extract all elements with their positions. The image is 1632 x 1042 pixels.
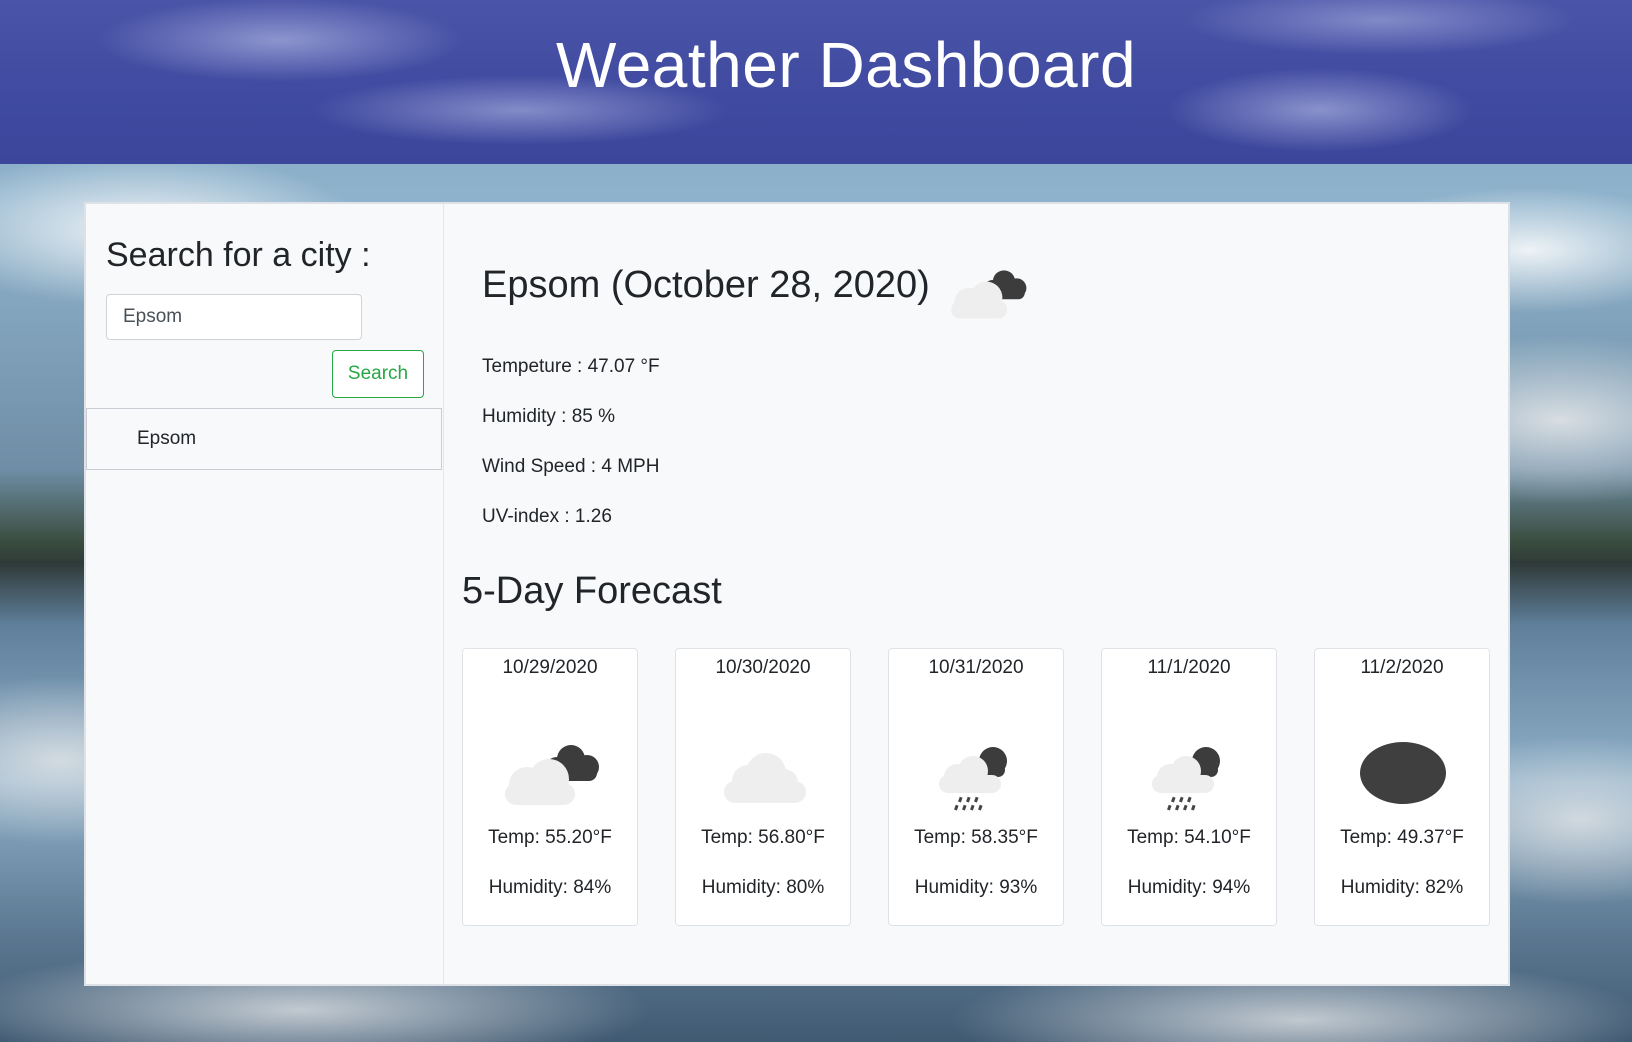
forecast-temp: Temp: 56.80°F — [701, 827, 825, 848]
forecast-date: 11/1/2020 — [1147, 657, 1231, 678]
forecast-temp: Temp: 54.10°F — [1127, 827, 1251, 848]
forecast-temp: Temp: 55.20°F — [488, 827, 612, 848]
rain-icon — [939, 747, 1007, 811]
search-button[interactable]: Search — [332, 350, 424, 398]
dashboard-panel: Search for a city : Search Epsom Epsom (… — [84, 202, 1510, 986]
forecast-card: 10/29/2020 Temp: 55.20°F Humidity: 84% — [462, 648, 638, 926]
search-history-list: Epsom — [86, 408, 442, 470]
forecast-temp: Temp: 58.35°F — [914, 827, 1038, 848]
forecast-card: 11/2/2020 Temp: 49.37°F Humidity: 82% — [1314, 648, 1490, 926]
forecast-card: 11/1/2020 Temp: 54.10°F Humidity: 94% — [1101, 648, 1277, 926]
forecast-card: 10/31/2020 Temp: 58.35°F Humidity: 93% — [888, 648, 1064, 926]
forecast-humidity: Humidity: 82% — [1340, 877, 1464, 898]
dark-cloud-icon — [1360, 742, 1446, 804]
forecast-humidity: Humidity: 94% — [1127, 877, 1251, 898]
current-humidity: Humidity : 85 % — [482, 406, 616, 427]
forecast-temp: Temp: 49.37°F — [1340, 827, 1464, 848]
page-title: Weather Dashboard — [555, 29, 1137, 101]
current-uv-index: UV-index : 1.26 — [482, 506, 612, 527]
forecast-humidity: Humidity: 93% — [914, 877, 1038, 898]
forecast-date: 10/31/2020 — [928, 657, 1024, 678]
broken-clouds-icon — [951, 270, 1027, 319]
forecast-date: 10/30/2020 — [715, 657, 811, 678]
forecast-date: 11/2/2020 — [1360, 657, 1444, 678]
rain-icon — [1152, 747, 1220, 811]
forecast-humidity: Humidity: 84% — [488, 877, 612, 898]
header-banner: Weather Dashboard — [0, 0, 1632, 164]
weather-main: Epsom (October 28, 2020) Tempeture : 47.… — [444, 204, 1508, 984]
broken-clouds-icon — [505, 745, 599, 805]
city-search-input[interactable] — [106, 294, 362, 340]
forecast-humidity: Humidity: 80% — [701, 877, 825, 898]
search-heading: Search for a city : — [106, 236, 371, 274]
current-city-title: Epsom (October 28, 2020) — [482, 264, 930, 306]
search-sidebar: Search for a city : Search Epsom — [86, 204, 444, 984]
current-wind-speed: Wind Speed : 4 MPH — [482, 456, 660, 477]
cloud-icon — [724, 753, 806, 803]
forecast-date: 10/29/2020 — [502, 657, 598, 678]
history-item-epsom[interactable]: Epsom — [86, 408, 442, 470]
forecast-card: 10/30/2020 Temp: 56.80°F Humidity: 80% — [675, 648, 851, 926]
forecast-heading: 5-Day Forecast — [462, 570, 722, 612]
current-temperature: Tempeture : 47.07 °F — [482, 356, 660, 377]
